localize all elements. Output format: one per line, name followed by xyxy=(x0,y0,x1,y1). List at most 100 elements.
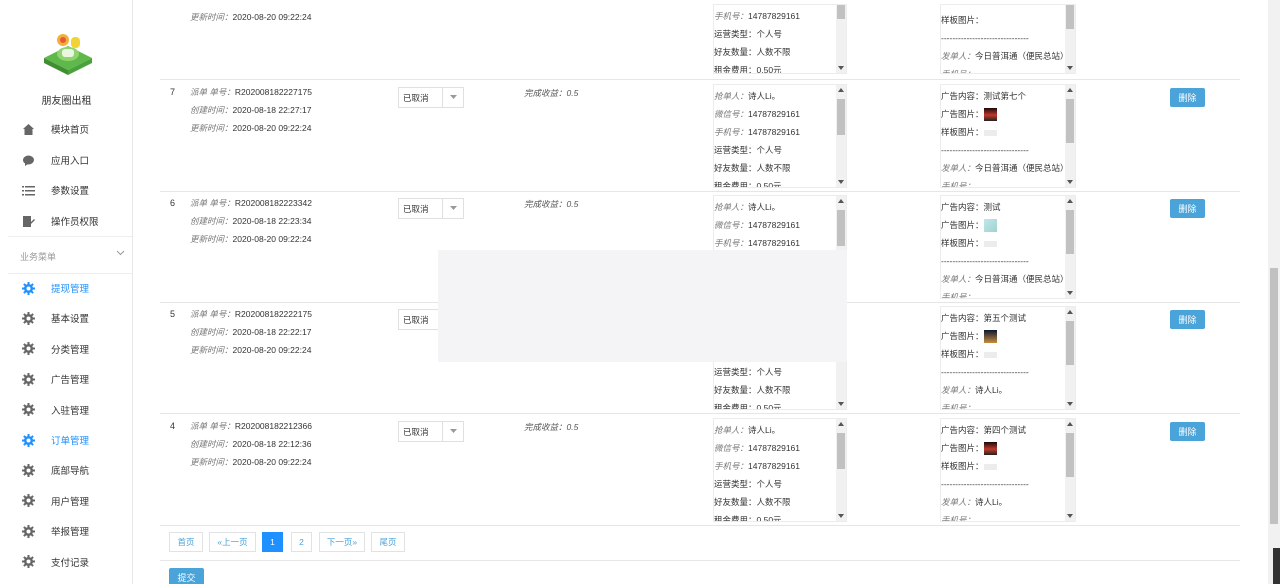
info-line: 手机号： xyxy=(941,65,1069,73)
sidebar-item-business-0[interactable]: 提现管理 xyxy=(0,273,133,303)
prev-page-button[interactable]: «上一页 xyxy=(209,532,256,552)
gear-icon xyxy=(22,524,35,538)
info-line: ------------------------------- xyxy=(941,29,1069,47)
corner-widget xyxy=(1273,548,1280,584)
first-page-button[interactable]: 首页 xyxy=(169,532,203,552)
status-value: 已取消 xyxy=(403,314,429,325)
sidebar-item-business-8[interactable]: 举报管理 xyxy=(0,516,133,546)
field-key: 好友数量： xyxy=(714,163,757,173)
info-line: 样板图片： xyxy=(941,234,1069,252)
field-key: 广告内容： xyxy=(941,313,984,323)
sidebar-item-business-5[interactable]: 订单管理 xyxy=(0,425,133,455)
ad-image xyxy=(983,442,997,456)
status-select[interactable]: 已取消 xyxy=(398,87,464,108)
field-key: 广告图片： xyxy=(941,331,984,341)
delete-button[interactable]: 删除 xyxy=(1170,422,1205,441)
ad-info-box[interactable]: 样板图片： ------------------------------- 发单人：… xyxy=(940,4,1076,74)
info-line: 租金费用：0.50元 xyxy=(714,511,800,521)
field-key: 好友数量： xyxy=(714,47,757,57)
sidebar-item-business-7[interactable]: 用户管理 xyxy=(0,486,133,516)
field-key: 手机号： xyxy=(941,292,976,299)
delete-button[interactable]: 删除 xyxy=(1170,199,1205,218)
page-1-button[interactable]: 1 xyxy=(262,532,283,552)
page-2-button[interactable]: 2 xyxy=(291,532,312,552)
info-line: ------------------------------- xyxy=(941,141,1069,159)
app-name: 朋友圈出租 xyxy=(41,96,92,107)
info-line: ------------------------------- xyxy=(941,252,1069,270)
chevron-down-icon[interactable] xyxy=(116,248,125,256)
list-icon xyxy=(22,184,35,197)
info-line: 手机号：14787829161 xyxy=(714,123,800,141)
user-info-box[interactable]: 抢单人：诗人Li。 微信号：14787829161 手机号：14787829161 运… xyxy=(713,418,847,522)
loading-overlay xyxy=(438,250,847,362)
gear-icon xyxy=(22,494,35,508)
ad-info-box[interactable]: 广告内容：第四个测试 广告图片： 样板图片： --------------------… xyxy=(940,418,1076,522)
order-meta: 派单 单号：R202008182212366 创建时间：2020-08-18 22… xyxy=(190,421,312,467)
sidebar-divider xyxy=(8,236,133,237)
sidebar-item-0[interactable]: 模块首页 xyxy=(0,114,133,144)
field-key: 运营类型： xyxy=(714,367,757,377)
field-value: 个人号 xyxy=(756,29,783,39)
delete-button[interactable]: 删除 xyxy=(1170,310,1205,329)
status-select[interactable]: 已取消 xyxy=(398,421,464,442)
caret-down-icon xyxy=(442,88,463,107)
field-value: 今日普洱通（便民总站） xyxy=(975,274,1069,284)
field-key: 好友数量： xyxy=(714,497,757,507)
field-value: 个人号 xyxy=(756,479,783,489)
field-key: 抢单人： xyxy=(714,202,749,212)
ad-info-box[interactable]: 广告内容：测试 广告图片： 样板图片： -----------------------… xyxy=(940,195,1076,299)
sidebar-item-business-6[interactable]: 底部导航 xyxy=(0,455,133,485)
status-select[interactable]: 已取消 xyxy=(398,198,464,219)
sidebar-item-business-4[interactable]: 入驻管理 xyxy=(0,395,133,425)
field-value: 人数不限 xyxy=(756,497,791,507)
sidebar-item-label: 应用入口 xyxy=(51,156,90,167)
user-info-box[interactable]: 抢单人：诗人Li。 微信号：14787829161 手机号：14787829161 运… xyxy=(713,84,847,188)
info-line: 微信号：14787829161 xyxy=(714,105,800,123)
sidebar-item-business-2[interactable]: 分类管理 xyxy=(0,334,133,364)
sidebar-item-business-3[interactable]: 广告管理 xyxy=(0,364,133,394)
info-line: 运营类型：个人号 xyxy=(714,25,800,43)
info-line: 手机号： xyxy=(941,399,1029,410)
field-key: 运营类型： xyxy=(714,479,757,489)
field-key: 广告图片： xyxy=(941,220,984,230)
info-line: 好友数量：人数不限 xyxy=(714,159,800,177)
page-scrollbar[interactable] xyxy=(1268,0,1280,584)
gear-icon xyxy=(22,403,35,417)
field-key: 抢单人： xyxy=(714,425,749,435)
info-line: 手机号：14787829161 xyxy=(714,7,800,25)
field-value: 14787829161 xyxy=(748,461,801,471)
info-line: 微信号：14787829161 xyxy=(714,216,800,234)
sidebar-item-1[interactable]: 应用入口 xyxy=(0,145,133,175)
submit-button[interactable]: 提交 xyxy=(169,568,204,584)
delete-button[interactable]: 删除 xyxy=(1170,88,1205,107)
sidebar-item-label: 订单管理 xyxy=(51,436,90,447)
gear-icon xyxy=(22,463,35,477)
sidebar-item-business-1[interactable]: 基本设置 xyxy=(0,303,133,333)
info-line: 好友数量：人数不限 xyxy=(714,381,791,399)
row-index: 6 xyxy=(170,198,176,208)
ad-info-box[interactable]: 广告内容：第五个测试 广告图片： 样板图片： --------------------… xyxy=(940,306,1076,410)
field-key: 运营类型： xyxy=(714,29,757,39)
sidebar-item-3[interactable]: 操作员权限 xyxy=(0,206,133,236)
sidebar-item-label: 用户管理 xyxy=(51,496,90,508)
info-line: 租金费用：0.50元 xyxy=(714,61,800,73)
last-page-button[interactable]: 尾页 xyxy=(371,532,405,552)
home-icon xyxy=(22,123,35,136)
field-value: 个人号 xyxy=(756,367,783,377)
info-line: 样板图片： xyxy=(941,11,1069,29)
info-line: 抢单人：诗人Li。 xyxy=(714,198,800,216)
field-key: 手机号： xyxy=(941,403,976,410)
sidebar-item-2[interactable]: 参数设置 xyxy=(0,175,133,205)
field-key: 运营类型： xyxy=(714,145,757,155)
user-info-box[interactable]: 手机号：14787829161 运营类型：个人号 好友数量：人数不限 租金费用：0.5… xyxy=(713,4,847,74)
info-line: 样板图片： xyxy=(941,123,1069,141)
info-line: 手机号： xyxy=(941,511,1029,521)
ad-info-box[interactable]: 广告内容：测试第七个 广告图片： 样板图片： --------------------… xyxy=(940,84,1076,188)
field-key: 发单人： xyxy=(941,51,976,61)
next-page-button[interactable]: 下一页» xyxy=(319,532,365,552)
sidebar-item-business-9[interactable]: 支付记录 xyxy=(0,547,133,577)
field-key: ------------------------------- xyxy=(941,33,1029,43)
info-line: 样板图片： xyxy=(941,457,1029,475)
sidebar-item-label: 操作员权限 xyxy=(51,217,99,228)
income-text: 完成收益：0.5 xyxy=(524,88,579,98)
